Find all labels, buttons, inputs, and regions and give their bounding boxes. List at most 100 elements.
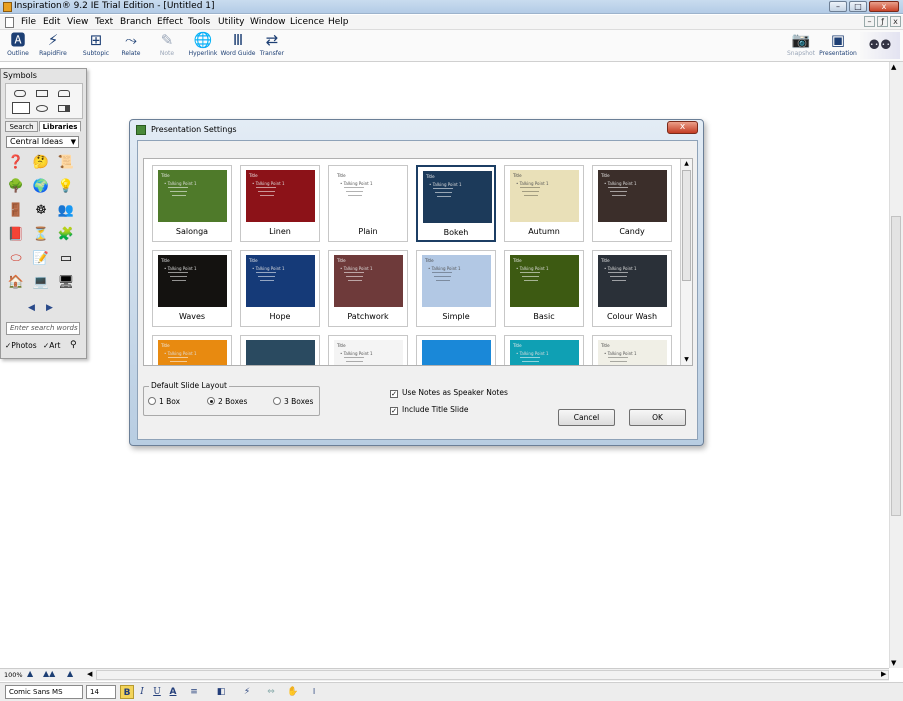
question-symbol[interactable]: ❓ [6, 152, 26, 172]
theme-tile[interactable]: Title • Talking Point 1 Plain [328, 165, 408, 242]
symbol-search-input[interactable]: Enter search words [6, 322, 80, 335]
subtopic-button[interactable]: ⊞ Subtopic [79, 31, 113, 57]
relate-button[interactable]: ⤳ Relate [117, 31, 145, 57]
tab-shape[interactable] [58, 90, 70, 97]
layout-2-boxes-radio[interactable]: 2 Boxes [207, 397, 247, 406]
theme-tile[interactable] [416, 335, 496, 365]
horizontal-scrollbar[interactable] [96, 670, 889, 680]
theme-tile[interactable]: Title • Talking Point 1 Patchwork [328, 250, 408, 327]
theme-scrollbar[interactable]: ▲ ▼ [680, 159, 692, 365]
window-title-bar[interactable]: Inspiration® 9.2 IE Trial Edition - [Unt… [0, 0, 903, 14]
font-select[interactable]: Comic Sans MS [5, 685, 83, 699]
arrows-icon[interactable]: ⇔ [263, 685, 279, 699]
italic-button[interactable]: I [136, 685, 148, 699]
menu-licence[interactable]: Licence [290, 17, 324, 27]
desk-symbol[interactable]: 🖥 [56, 272, 76, 292]
menu-effect[interactable]: Effect [157, 17, 183, 27]
selected-shape[interactable] [12, 102, 30, 114]
menu-tools[interactable]: Tools [188, 17, 210, 27]
zoom-in-icon[interactable]: ▲ [67, 669, 73, 678]
word-guide-button[interactable]: Ⅲ Word Guide [220, 31, 256, 57]
symbol-format-icon[interactable]: ◧ [213, 685, 229, 699]
menu-branch[interactable]: Branch [120, 17, 152, 27]
theme-tile[interactable]: Title • Talking Point 1 [152, 335, 232, 365]
transfer-button[interactable]: ⇄ Transfer [258, 31, 286, 57]
house-symbol[interactable]: 🏠 [6, 272, 26, 292]
menu-window[interactable]: Window [250, 17, 286, 27]
tree-symbol[interactable]: 🌳 [6, 176, 26, 196]
rect-symbol[interactable]: ▭ [56, 248, 76, 268]
align-icon[interactable]: ≡ [186, 685, 202, 699]
maximize-button[interactable]: □ [849, 1, 867, 12]
note-symbol[interactable]: 📝 [31, 248, 51, 268]
scroll-left-arrow[interactable]: ◀ [87, 670, 92, 678]
book-symbol[interactable]: 📕 [6, 224, 26, 244]
library-select[interactable]: Central Ideas ▼ [6, 136, 79, 148]
close-button[interactable]: x [869, 1, 899, 12]
wheel-symbol[interactable]: ☸ [31, 200, 51, 220]
theme-scroll-up-icon[interactable]: ▲ [681, 159, 692, 169]
search-icon[interactable]: ⚲ [70, 340, 77, 350]
theme-tile[interactable]: Title • Talking Point 1 Simple [416, 250, 496, 327]
theme-tile[interactable]: Title • Talking Point 1 Candy [592, 165, 672, 242]
layout-1-box-radio[interactable]: 1 Box [148, 397, 180, 406]
theme-tile[interactable]: Title • Talking Point 1 [328, 335, 408, 365]
fill-shape[interactable] [58, 105, 70, 112]
menu-text[interactable]: Text [95, 17, 113, 27]
theme-tile[interactable]: Title • Talking Point 1 [592, 335, 672, 365]
prev-page-arrow-icon[interactable]: ◀ [28, 303, 35, 313]
theme-tile[interactable]: Title • Talking Point 1 Bokeh [416, 165, 496, 242]
tab-search[interactable]: Search [5, 121, 38, 132]
rounded-rect-shape[interactable] [14, 90, 26, 97]
theme-scroll-thumb[interactable] [682, 170, 691, 281]
globe-symbol[interactable]: 🌍 [31, 176, 51, 196]
hand-icon[interactable]: ✋ [286, 685, 300, 699]
layout-3-boxes-radio[interactable]: 3 Boxes [273, 397, 313, 406]
cancel-button[interactable]: Cancel [558, 409, 615, 426]
toggle-icon[interactable]: ⏽ [306, 685, 322, 699]
oval-symbol[interactable]: ⬭ [6, 248, 26, 268]
theme-tile[interactable]: Title • Talking Point 1 Salonga [152, 165, 232, 242]
vertical-scroll-thumb[interactable] [891, 216, 901, 516]
art-checkbox[interactable]: ✓Art [43, 341, 60, 350]
puzzle-symbol[interactable]: 🧩 [56, 224, 76, 244]
menu-help[interactable]: Help [328, 17, 349, 27]
dialog-close-button[interactable]: x [667, 121, 698, 134]
theme-tile[interactable]: Title • Talking Point 1 Autumn [504, 165, 584, 242]
theme-tile[interactable]: Title • Talking Point 1 [504, 335, 584, 365]
bold-button[interactable]: B [120, 685, 134, 699]
menu-utility[interactable]: Utility [218, 17, 244, 27]
scroll-right-arrow[interactable]: ▶ [881, 670, 886, 678]
theme-tile[interactable]: Title • Talking Point 1 Basic [504, 250, 584, 327]
next-page-arrow-icon[interactable]: ▶ [46, 303, 53, 313]
minimize-button[interactable]: – [829, 1, 847, 12]
hyperlink-button[interactable]: 🌐 Hyperlink [186, 31, 220, 57]
link-style-icon[interactable]: ⚡ [239, 685, 255, 699]
theme-tile[interactable]: Title • Talking Point 1 Hope [240, 250, 320, 327]
tab-libraries[interactable]: Libraries [39, 121, 81, 132]
font-size-select[interactable]: 14 [86, 685, 116, 699]
snapshot-button[interactable]: 📷 Snapshot [785, 31, 817, 57]
use-notes-checkbox[interactable]: ✓ Use Notes as Speaker Notes [390, 388, 508, 398]
note-button[interactable]: ✎ Note [154, 31, 180, 57]
outline-button[interactable]: 🅰 Outline [4, 31, 32, 57]
theme-tile[interactable]: Title • Talking Point 1 Linen [240, 165, 320, 242]
zoom-fit-icon[interactable]: ▲▲ [43, 669, 55, 678]
ok-button[interactable]: OK [629, 409, 686, 426]
underline-button[interactable]: U [151, 685, 163, 699]
include-title-slide-checkbox[interactable]: ✓ Include Title Slide [390, 405, 468, 415]
computer-symbol[interactable]: 💻 [31, 272, 51, 292]
rapidfire-button[interactable]: ⚡ RapidFire [35, 31, 71, 57]
people-symbol[interactable]: 👥 [56, 200, 76, 220]
mdi-restore-button[interactable]: ƒ [877, 16, 888, 27]
menu-view[interactable]: View [67, 17, 88, 27]
hourglass-symbol[interactable]: ⏳ [31, 224, 51, 244]
menu-edit[interactable]: Edit [43, 17, 60, 27]
text-color-button[interactable]: A [166, 685, 180, 699]
oval-shape[interactable] [36, 105, 48, 112]
scroll-symbol[interactable]: 📜 [56, 152, 76, 172]
theme-tile[interactable]: Title • Talking Point 1 Waves [152, 250, 232, 327]
mdi-close-button[interactable]: x [890, 16, 901, 27]
scroll-down-arrow[interactable]: ▼ [891, 659, 896, 667]
mdi-minimize-button[interactable]: – [864, 16, 875, 27]
